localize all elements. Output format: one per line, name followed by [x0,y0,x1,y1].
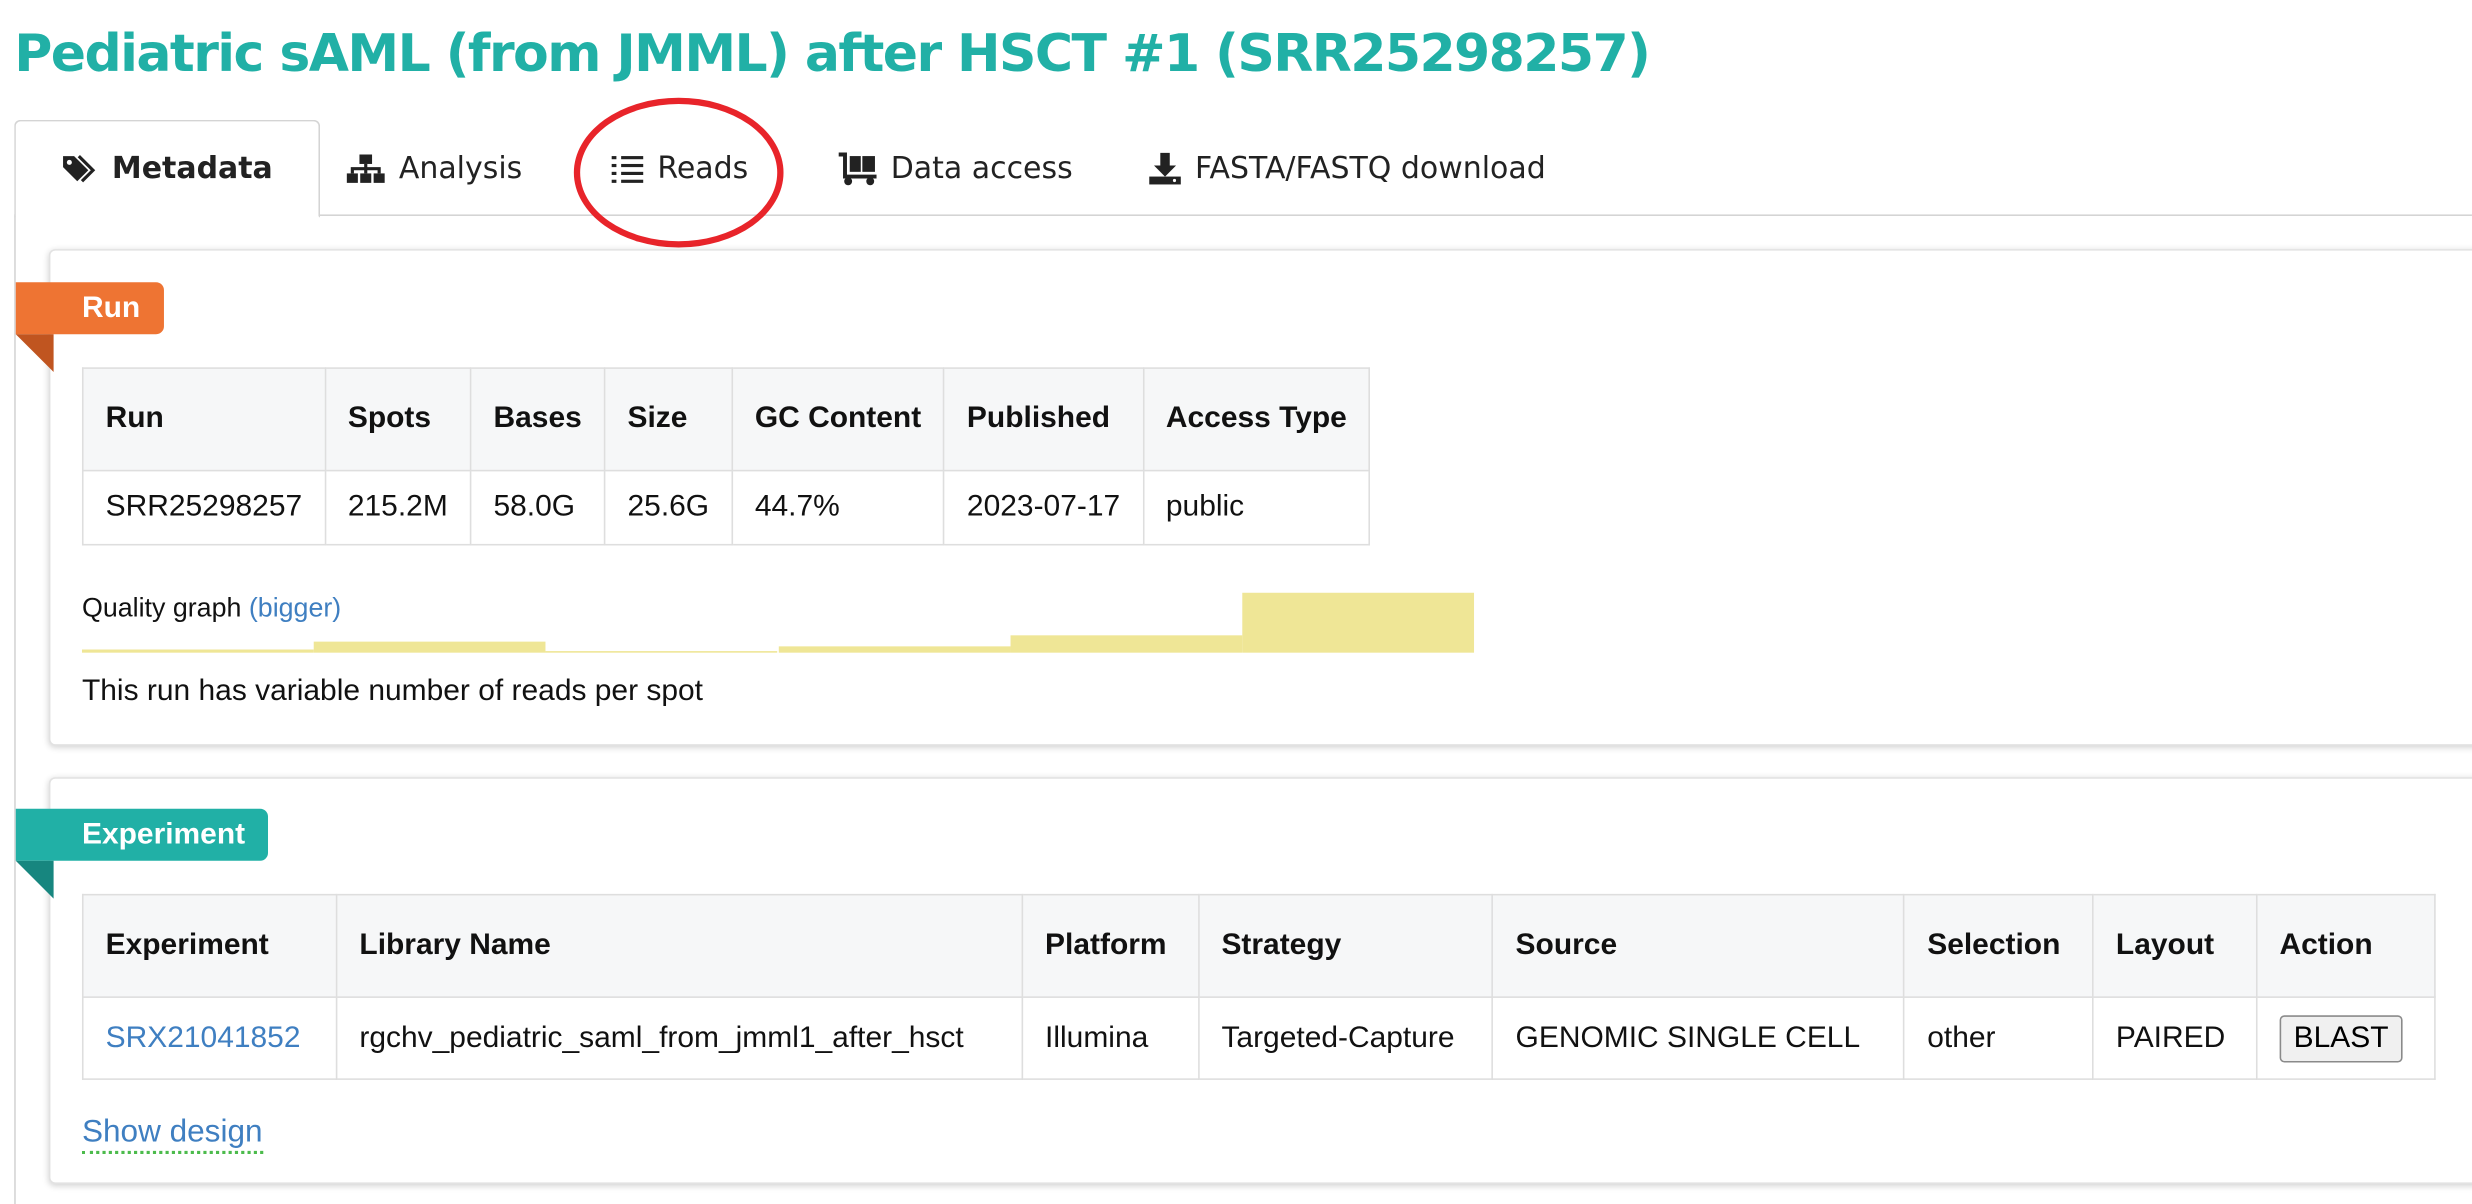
layout-value: PAIRED [2092,996,2258,1080]
tags-icon [63,154,96,183]
quality-graph-segment [778,646,1010,653]
table-header-row: Experiment Library Name Platform Strateg… [81,893,2436,998]
size-value: 25.6G [603,469,733,546]
table-header: Action [2255,893,2436,998]
quality-graph-segment [1242,592,1475,653]
quality-graph-segment [81,649,314,653]
table-row: SRR25298257 215.2M 58.0G 25.6G 44.7% 202… [81,469,1371,546]
experiment-ribbon-label: Experiment [81,817,246,851]
page: Pediatric sAML (from JMML) after HSCT #1… [0,0,2472,1204]
experiment-ribbon: Experiment [15,808,269,861]
tab-label: FASTA/FASTQ download [1194,150,1546,186]
quality-graph-text: Quality graph [81,592,242,623]
source-value: GENOMIC SINGLE CELL [1491,996,1906,1080]
sitemap-icon [346,153,385,183]
experiment-ribbon-fold [15,860,54,899]
table-header: Run [81,367,326,472]
strategy-value: Targeted-Capture [1197,996,1494,1080]
dolly-icon [838,151,877,185]
tab-label: Metadata [111,151,273,187]
library-name-value: rgchv_pediatric_saml_from_jmml1_after_hs… [335,996,1023,1080]
experiment-cell: SRX21041852 [81,996,338,1080]
table-header: Selection [1903,893,2094,998]
table-header: Bases [469,367,606,472]
page-title: Pediatric sAML (from JMML) after HSCT #1… [14,22,1651,84]
download-icon [1149,152,1181,184]
table-header: Access Type [1142,367,1371,472]
spots-value: 215.2M [324,469,472,546]
table-header: Layout [2092,893,2258,998]
selection-value: other [1903,996,2094,1080]
run-table: Run Spots Bases Size GC Content Publishe… [81,367,1371,546]
run-accession: SRR25298257 [81,469,326,546]
table-header: Experiment [81,893,338,998]
quality-graph-label: Quality graph (bigger) [82,593,341,625]
experiment-accession-link[interactable]: SRX21041852 [106,1021,301,1054]
tab-label: Data access [890,150,1073,186]
platform-value: Illumina [1021,996,1200,1080]
red-circle-annotation [573,97,784,248]
quality-graph-segment [545,650,778,653]
table-header: Published [943,367,1144,472]
tab-data-access[interactable]: Data access [837,120,1073,216]
tab-metadata[interactable]: Metadata [14,119,321,218]
table-header: Size [603,367,733,472]
tab-fasta-download[interactable]: FASTA/FASTQ download [1148,120,1546,216]
table-header: Spots [324,367,472,472]
tab-bar: Metadata Analysis Reads Data access FAST… [14,119,2472,218]
experiment-table: Experiment Library Name Platform Strateg… [81,893,2436,1080]
show-design-link[interactable]: Show design [81,1115,263,1154]
table-header-row: Run Spots Bases Size GC Content Publishe… [81,367,1371,472]
quality-graph-segment [1009,634,1242,653]
quality-graph-segment [313,641,546,653]
run-ribbon: Run [15,282,164,335]
tab-analysis[interactable]: Analysis [345,120,522,216]
bases-value: 58.0G [469,469,606,546]
table-header: Source [1491,893,1906,998]
published-value: 2023-07-17 [943,469,1144,546]
run-note: This run has variable number of reads pe… [81,674,704,708]
table-header: Platform [1021,893,1200,998]
action-cell: BLAST [2255,996,2436,1080]
table-header: Strategy [1197,893,1494,998]
access-type-value: public [1142,469,1371,546]
blast-button[interactable]: BLAST [2279,1014,2403,1062]
gc-content-value: 44.7% [731,469,945,546]
table-header: GC Content [731,367,945,472]
run-ribbon-fold [15,334,54,373]
table-row: SRX21041852 rgchv_pediatric_saml_from_jm… [81,996,2436,1080]
bigger-link[interactable]: (bigger) [249,593,341,623]
run-ribbon-label: Run [81,290,141,324]
table-header: Library Name [335,893,1023,998]
tab-label: Analysis [398,150,523,186]
